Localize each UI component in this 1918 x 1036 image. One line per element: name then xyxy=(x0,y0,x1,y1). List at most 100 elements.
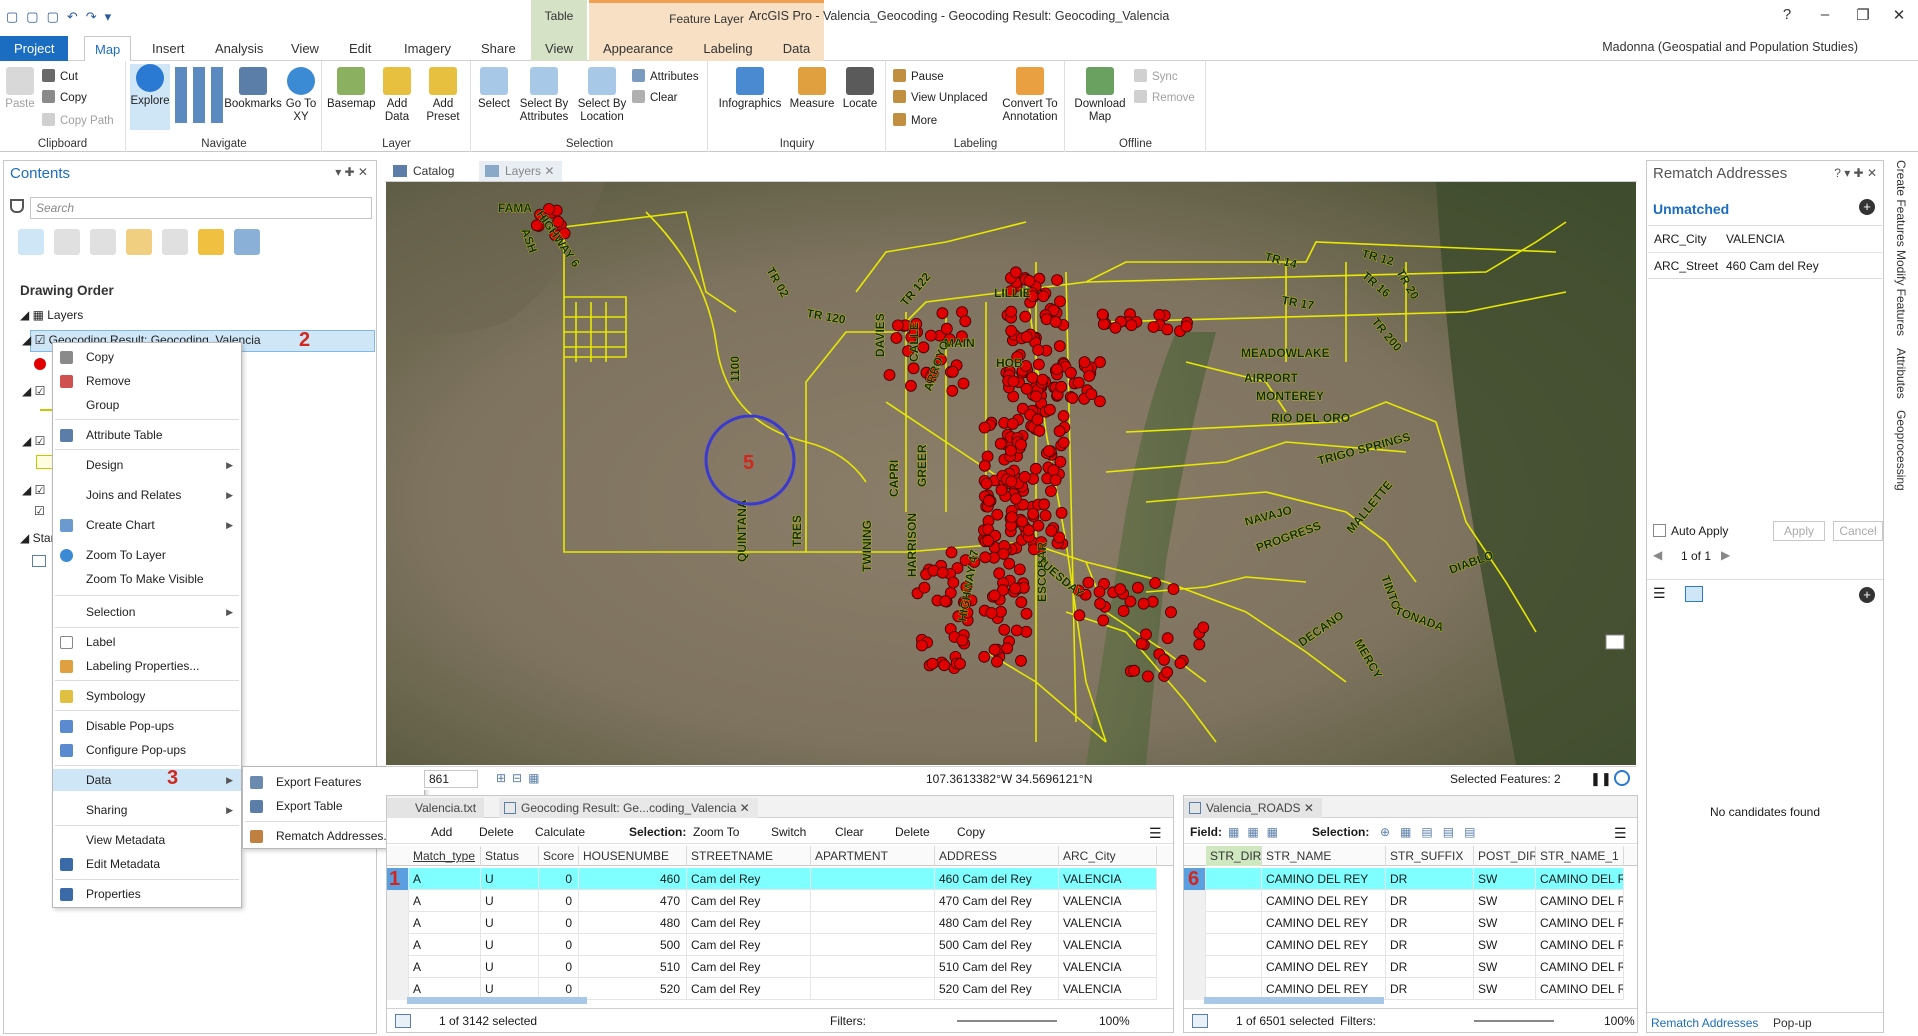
tab-imagery[interactable]: Imagery xyxy=(394,36,461,61)
menu-zoom-to-layer[interactable]: Zoom To Layer xyxy=(53,544,241,566)
menu-remove[interactable]: Remove xyxy=(53,370,241,392)
menu-attribute-table[interactable]: Attribute Table xyxy=(53,424,241,446)
table-cell[interactable]: Cam del Rey xyxy=(687,934,811,956)
navigate-tools-icon[interactable] xyxy=(175,67,225,123)
menu-symbology[interactable]: Symbology xyxy=(53,685,241,707)
scale-box[interactable]: 861 xyxy=(424,770,478,788)
table-cell[interactable]: CAMINO DEL R xyxy=(1536,956,1624,978)
menu-data[interactable]: Data ▶ xyxy=(53,769,241,791)
table-cell[interactable]: 500 xyxy=(579,934,687,956)
table-cell[interactable]: Cam del Rey xyxy=(687,978,811,1000)
table-row[interactable]: A U 0 480 Cam del Rey 480 Cam del Rey VALENCIA xyxy=(387,912,1157,934)
refresh-icon[interactable] xyxy=(1614,770,1630,786)
table-cell[interactable]: CAMINO DEL REY xyxy=(1262,890,1386,912)
table-cell[interactable]: U xyxy=(481,890,539,912)
delete-button[interactable]: Delete xyxy=(895,825,930,839)
selection-tools-icon[interactable]: ⊕▦▤▤▤ xyxy=(1380,825,1485,839)
table-cell[interactable]: 520 xyxy=(579,978,687,1000)
table-cell[interactable]: SW xyxy=(1474,890,1536,912)
row-selector[interactable] xyxy=(387,912,409,934)
auto-apply-checkbox[interactable] xyxy=(1653,524,1666,537)
calculate-button[interactable]: Calculate xyxy=(535,825,585,839)
table-row[interactable]: CAMINO DEL REY DR SW CAMINO DEL R xyxy=(1184,934,1624,956)
table-cell[interactable]: DR xyxy=(1386,890,1474,912)
table-cell[interactable]: A xyxy=(409,956,481,978)
table-cell[interactable]: 510 Cam del Rey xyxy=(935,956,1059,978)
table-row[interactable]: A U 0 460 Cam del Rey 460 Cam del Rey VALENCIA xyxy=(387,868,1157,890)
add-candidate-icon[interactable]: + xyxy=(1859,587,1875,603)
table-cell[interactable] xyxy=(811,868,935,890)
table-cell[interactable]: 520 Cam del Rey xyxy=(935,978,1059,1000)
table-cell[interactable]: 470 xyxy=(579,890,687,912)
download-map-button[interactable]: Download Map xyxy=(1070,67,1130,124)
table-cell[interactable] xyxy=(811,978,935,1000)
table-cell[interactable]: DR xyxy=(1386,868,1474,890)
tab-catalog[interactable]: Catalog xyxy=(387,161,462,181)
table-row[interactable]: A U 0 470 Cam del Rey 470 Cam del Rey VALENCIA xyxy=(387,890,1157,912)
user-account[interactable]: Madonna (Geospatial and Population Studi… xyxy=(1602,40,1858,54)
add-icon[interactable]: + xyxy=(1859,199,1875,215)
horizontal-scrollbar[interactable] xyxy=(407,997,587,1004)
filter-icon[interactable] xyxy=(10,199,24,213)
search-input[interactable]: Search xyxy=(30,197,372,219)
table-cell[interactable]: VALENCIA xyxy=(1059,956,1157,978)
table-cell[interactable]: VALENCIA xyxy=(1059,890,1157,912)
table-cell[interactable]: CAMINO DEL REY xyxy=(1262,956,1386,978)
select-by-attributes-button[interactable]: Select By Attributes xyxy=(516,67,572,124)
basemap-button[interactable]: Basemap xyxy=(327,67,376,111)
map-view[interactable]: FAMA HIGHWAY 6 ASH TR 14 TR 12 TR 16 TR 20 TR 1… xyxy=(386,182,1636,765)
map-tools-icon[interactable]: ⊞⊟▦ xyxy=(496,771,545,785)
table-cell[interactable]: 460 Cam del Rey xyxy=(935,868,1059,890)
clear-selection-button[interactable]: Clear xyxy=(632,90,677,104)
menu-zoom-to-make-visible[interactable]: Zoom To Make Visible xyxy=(53,568,241,590)
list-by-charts-icon[interactable] xyxy=(234,229,260,255)
zoom-slider[interactable] xyxy=(1474,1020,1554,1022)
copy-button[interactable]: Copy xyxy=(42,90,87,104)
column-header[interactable]: STREETNAME xyxy=(687,846,811,866)
tab-table-view[interactable]: View xyxy=(531,36,587,61)
table-cell[interactable]: DR xyxy=(1386,934,1474,956)
convert-to-annotation-button[interactable]: Convert To Annotation xyxy=(999,67,1061,124)
menu-copy[interactable]: Copy xyxy=(53,346,241,368)
table-cell[interactable]: SW xyxy=(1474,912,1536,934)
tab-share[interactable]: Share xyxy=(471,36,526,61)
restore-button[interactable]: ❐ xyxy=(1848,6,1878,24)
zoom-level[interactable]: 100% xyxy=(1099,1014,1130,1028)
add-field-button[interactable]: Add xyxy=(431,825,452,839)
table-cell[interactable]: CAMINO DEL R xyxy=(1536,868,1624,890)
table-cell[interactable] xyxy=(811,890,935,912)
bookmarks-button[interactable]: Bookmarks xyxy=(223,67,283,111)
column-header[interactable]: HOUSENUMBE xyxy=(579,846,687,866)
table-cell[interactable]: U xyxy=(481,956,539,978)
table-cell[interactable]: Cam del Rey xyxy=(687,912,811,934)
zoom-to-button[interactable]: Zoom To xyxy=(693,825,739,839)
table-cell[interactable]: 0 xyxy=(539,890,579,912)
side-tab-modify-features[interactable]: Modify Features xyxy=(1894,250,1908,336)
locate-button[interactable]: Locate xyxy=(839,67,881,111)
table-cell[interactable]: CAMINO DEL R xyxy=(1536,978,1624,1000)
table-cell[interactable]: CAMINO DEL REY xyxy=(1262,934,1386,956)
row-selector[interactable] xyxy=(1184,934,1206,956)
column-header[interactable]: Status xyxy=(481,846,539,866)
list-by-data-source-icon[interactable] xyxy=(54,229,80,255)
infographics-button[interactable]: Infographics xyxy=(715,67,785,111)
zoom-slider[interactable] xyxy=(957,1020,1057,1022)
field-value[interactable]: 460 Cam del Rey xyxy=(1726,259,1819,273)
cancel-button[interactable]: Cancel xyxy=(1833,521,1883,541)
column-header[interactable]: POST_DIR xyxy=(1474,846,1536,866)
row-selector[interactable] xyxy=(387,978,409,1000)
table-cell[interactable]: A xyxy=(409,934,481,956)
cut-button[interactable]: Cut xyxy=(42,69,78,83)
table-row[interactable]: A U 0 510 Cam del Rey 510 Cam del Rey VALENCIA xyxy=(387,956,1157,978)
field-tools-icon[interactable]: ▦▦▦ xyxy=(1228,825,1286,839)
table-cell[interactable]: Cam del Rey xyxy=(687,956,811,978)
table-cell[interactable]: U xyxy=(481,868,539,890)
table-menu-icon[interactable]: ☰ xyxy=(1149,825,1162,842)
next-icon[interactable]: ▶ xyxy=(1721,548,1730,562)
table-view-icon[interactable] xyxy=(395,1014,411,1028)
table-cell[interactable]: DR xyxy=(1386,978,1474,1000)
menu-edit-metadata[interactable]: Edit Metadata xyxy=(53,853,241,875)
table-cell[interactable]: 480 Cam del Rey xyxy=(935,912,1059,934)
table-cell[interactable]: SW xyxy=(1474,978,1536,1000)
table-cell[interactable]: SW xyxy=(1474,934,1536,956)
